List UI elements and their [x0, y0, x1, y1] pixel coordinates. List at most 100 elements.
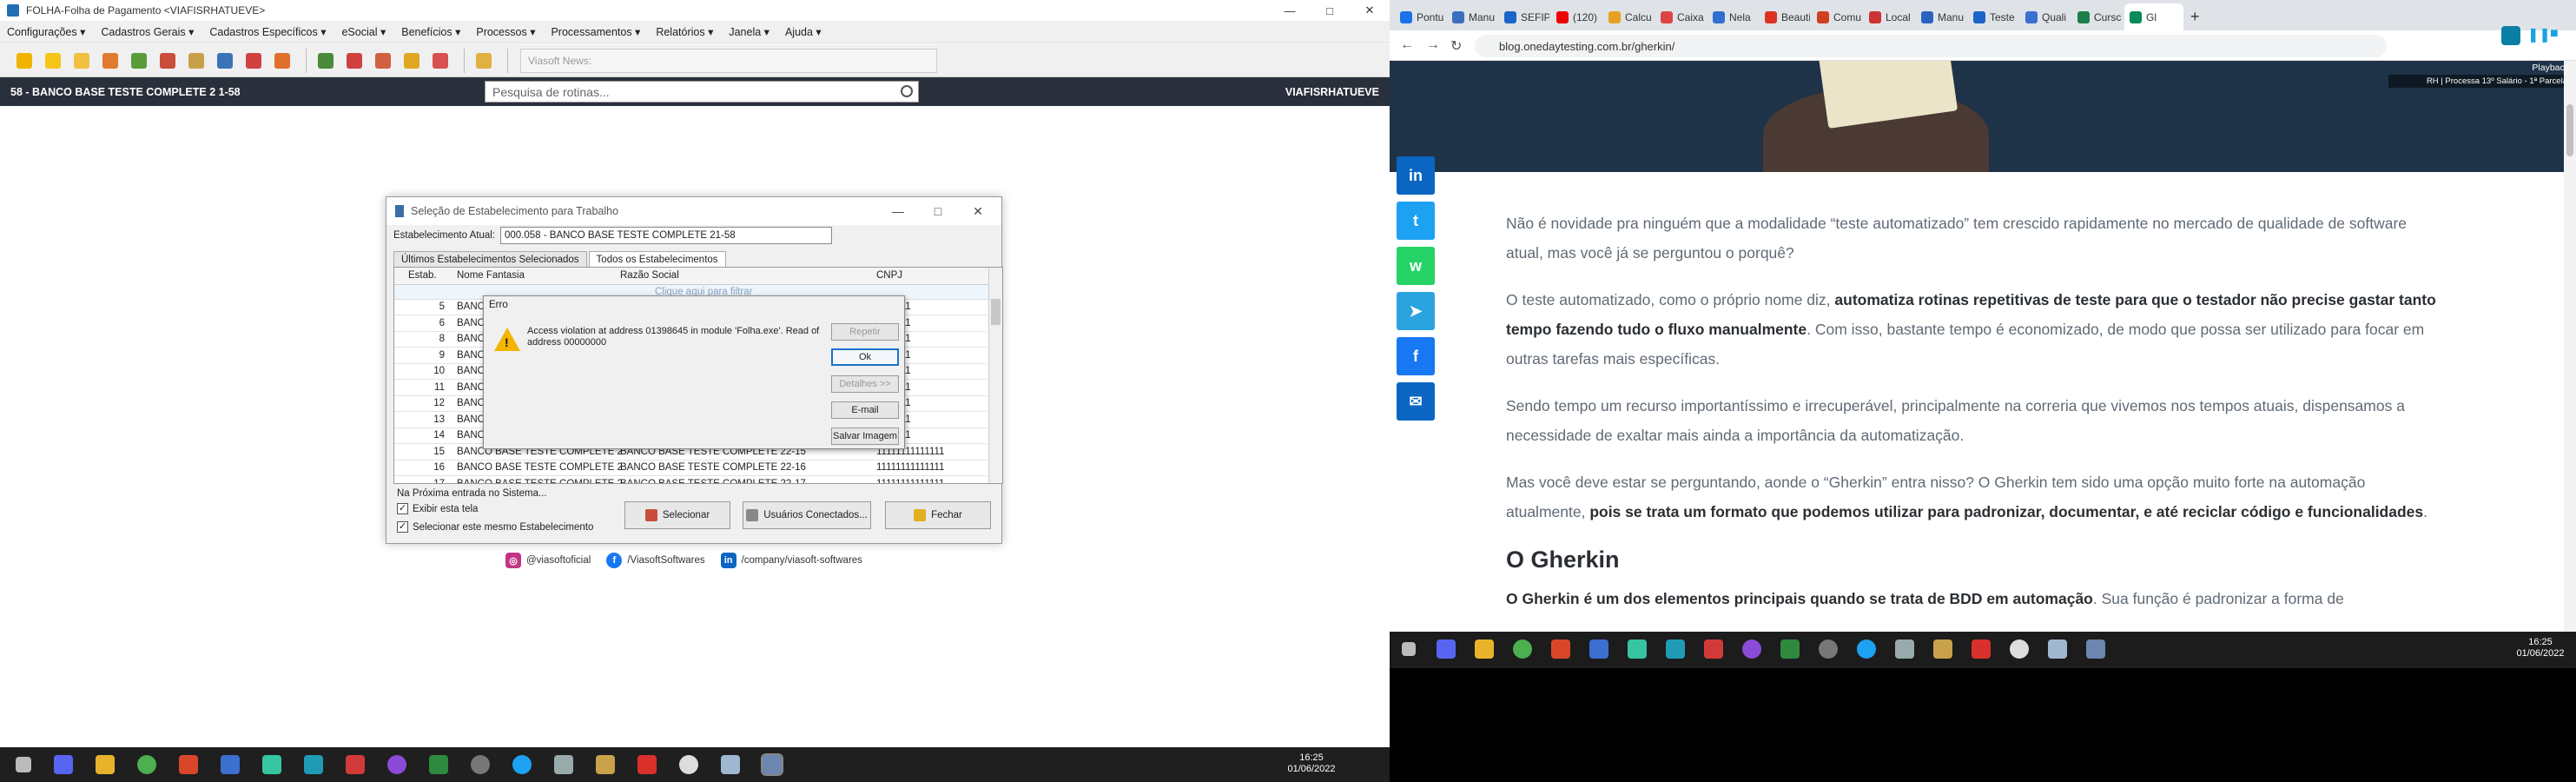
windows-start-icon[interactable] [1402, 642, 1416, 656]
app-icon[interactable] [346, 755, 365, 774]
current-establishment-field[interactable]: 000.058 - BANCO BASE TESTE COMPLETE 21-5… [500, 227, 832, 244]
telegram-share-icon[interactable]: ➤ [1397, 292, 1435, 330]
pause-icon[interactable]: ❚❚ [2527, 26, 2551, 45]
employee-icon[interactable] [155, 49, 180, 73]
vivaldi-icon[interactable] [179, 755, 198, 774]
same-establishment-checkbox[interactable]: ✓ Selecionar este mesmo Estabelecimento [397, 521, 593, 533]
minimize-button[interactable]: — [1270, 0, 1310, 21]
show-screen-checkbox[interactable]: ✓ Exibir esta tela [397, 503, 478, 514]
ok-button[interactable]: Ok [831, 348, 899, 366]
app-icon[interactable] [721, 755, 740, 774]
paint-icon[interactable] [221, 755, 240, 774]
twitter-share-icon[interactable]: t [1397, 202, 1435, 240]
doc-icon[interactable] [241, 49, 266, 73]
back-icon[interactable]: ← [1400, 37, 1414, 53]
vivaldi-icon[interactable] [1551, 640, 1570, 659]
chrome-icon[interactable] [137, 755, 156, 774]
settings-icon[interactable] [679, 755, 698, 774]
new-tab-button[interactable]: + [2190, 3, 2211, 30]
stop-icon[interactable]: ■ [2550, 26, 2566, 45]
lock-icon[interactable] [472, 49, 496, 73]
browser-tab[interactable]: Calcu [1603, 3, 1654, 30]
app-icon[interactable] [471, 755, 490, 774]
forward-icon[interactable]: → [1426, 37, 1440, 53]
browser-tab[interactable]: Beauti [1760, 3, 1810, 30]
new-icon[interactable] [12, 49, 36, 73]
email-button[interactable]: E-mail [831, 401, 899, 419]
reload-icon[interactable]: ↻ [1450, 37, 1462, 55]
browser-tab[interactable]: Cursc [2072, 3, 2123, 30]
calc-icon[interactable] [428, 49, 452, 73]
right-clock[interactable]: 16:25 01/06/2022 [2510, 637, 2571, 659]
app-icon[interactable] [1666, 640, 1685, 659]
report-icon[interactable] [371, 49, 395, 73]
folha-app-icon[interactable] [761, 753, 783, 776]
app-icon[interactable] [1895, 640, 1914, 659]
search-icon[interactable] [901, 85, 913, 97]
app-icon[interactable] [1972, 640, 1991, 659]
menu-processamentos[interactable]: Processamentos ▾ [551, 25, 640, 38]
viasoft-news[interactable]: Viasoft News: [520, 48, 937, 73]
group-icon[interactable] [270, 49, 294, 73]
col-cnpj[interactable]: CNPJ [876, 270, 902, 281]
settings-icon[interactable] [342, 49, 367, 73]
linkedin-share-icon[interactable]: in [1397, 156, 1435, 195]
sheets-icon[interactable] [429, 755, 448, 774]
social-instagram[interactable]: ◎ @viasoftoficial [505, 553, 591, 568]
menu-esocial[interactable]: eSocial ▾ [341, 25, 386, 38]
edge-icon[interactable] [512, 755, 532, 774]
paint-icon[interactable] [1589, 640, 1608, 659]
windows-start-icon[interactable] [16, 757, 31, 772]
browser-tab[interactable]: Nela [1707, 3, 1758, 30]
social-facebook[interactable]: f/ViasoftSoftwares [606, 553, 705, 568]
close-button[interactable]: ✕ [1350, 0, 1390, 21]
browser-tab[interactable]: Gl [2124, 3, 2183, 30]
grid-scrollbar[interactable] [988, 268, 1002, 483]
browser-tab[interactable]: Pontu [1395, 3, 1445, 30]
app-icon[interactable] [2086, 640, 2105, 659]
file-explorer-icon[interactable] [96, 755, 115, 774]
page-scrollbar[interactable] [2564, 61, 2576, 667]
browser-tab[interactable]: Quali [2020, 3, 2071, 30]
menu-beneficios[interactable]: Benefícios ▾ [401, 25, 460, 38]
process-icon[interactable] [314, 49, 338, 73]
browser-tab[interactable]: Manu [1447, 3, 1497, 30]
close-dialog-button[interactable]: Fechar [885, 501, 991, 529]
browser-tab[interactable]: Caixa [1655, 3, 1706, 30]
file-explorer-icon[interactable] [1475, 640, 1494, 659]
repeat-button[interactable]: Repetir [831, 323, 899, 341]
slack-icon[interactable] [262, 755, 281, 774]
table-row[interactable]: 17 BANCO BASE TESTE COMPLETE 2 BANCO BASE … [394, 477, 987, 484]
browser-tab[interactable]: Teste [1968, 3, 2018, 30]
menu-configuracoes[interactable]: Configurações ▾ [7, 25, 85, 38]
whatsapp-share-icon[interactable]: w [1397, 247, 1435, 285]
slack-icon[interactable] [1628, 640, 1647, 659]
browser-tab[interactable]: Local [1864, 3, 1914, 30]
menu-janela[interactable]: Janela ▾ [729, 25, 769, 38]
maximize-button[interactable]: □ [1310, 0, 1350, 21]
menu-relatorios[interactable]: Relatórios ▾ [656, 25, 713, 38]
discord-icon[interactable] [54, 755, 73, 774]
select-button[interactable]: Selecionar [624, 501, 730, 529]
menu-cadastros-gerais[interactable]: Cadastros Gerais ▾ [101, 25, 194, 38]
app-icon[interactable] [637, 755, 657, 774]
settings-icon[interactable] [2010, 640, 2029, 659]
dialog-minimize-button[interactable]: — [878, 197, 918, 225]
star-icon[interactable] [41, 49, 65, 73]
col-razao-social[interactable]: Razão Social [620, 270, 679, 281]
app-icon[interactable] [1704, 640, 1723, 659]
record-icon[interactable] [2501, 26, 2520, 45]
browser-tab[interactable]: Manu [1916, 3, 1966, 30]
chrome-icon[interactable] [1513, 640, 1532, 659]
sheets-icon[interactable] [1780, 640, 1800, 659]
menu-cadastros-especificos[interactable]: Cadastros Específicos ▾ [209, 25, 326, 38]
app-icon[interactable] [304, 755, 323, 774]
url-input[interactable]: blog.onedaytesting.com.br/gherkin/ [1475, 35, 2387, 57]
app-icon[interactable] [554, 755, 573, 774]
col-estab[interactable]: Estab. [408, 270, 437, 281]
tab-all[interactable]: Todos os Estabelecimentos [588, 251, 726, 268]
home-icon[interactable] [127, 49, 151, 73]
calendar-icon[interactable] [184, 49, 208, 73]
browser-tab[interactable]: SEFIP [1499, 3, 1549, 30]
details-button[interactable]: Detalhes >> [831, 375, 899, 393]
